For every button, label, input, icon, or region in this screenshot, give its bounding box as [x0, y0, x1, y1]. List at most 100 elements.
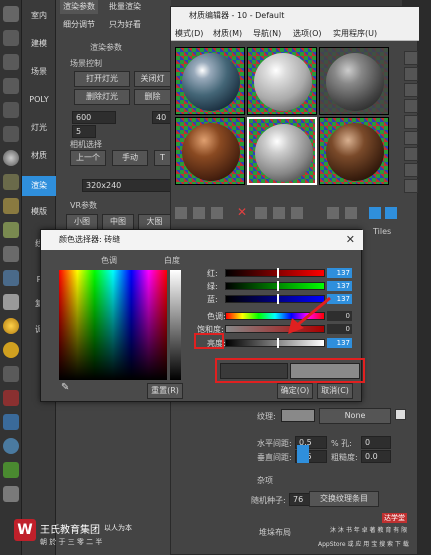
get-material-icon[interactable] — [175, 207, 187, 219]
whiteness-strip[interactable] — [170, 270, 181, 380]
nav-item-interior[interactable]: 室内 — [22, 6, 56, 26]
cancel-button[interactable]: 取消(C) — [317, 383, 353, 399]
arrow-icon[interactable] — [3, 390, 19, 406]
green-slider[interactable] — [225, 282, 325, 290]
brightness-slider[interactable] — [225, 339, 325, 347]
hue-spectrum[interactable] — [59, 270, 167, 380]
red-value[interactable]: 137 — [327, 268, 352, 278]
ok-button[interactable]: 确定(O) — [277, 383, 313, 399]
put-library-icon[interactable] — [291, 207, 303, 219]
menu-utilities[interactable]: 实用程序(U) — [333, 28, 377, 39]
options-icon[interactable] — [404, 147, 418, 161]
figure-icon[interactable] — [3, 486, 19, 502]
reset-button[interactable]: 重置(R) — [147, 383, 183, 399]
delete-icon[interactable]: ✕ — [237, 205, 251, 219]
make-unique-icon[interactable] — [273, 207, 285, 219]
texture-map-button[interactable]: None — [319, 408, 391, 424]
uv-tiling-icon[interactable] — [404, 99, 418, 113]
blue-marker[interactable] — [277, 294, 279, 304]
rough-field[interactable]: 0.0 — [361, 450, 391, 463]
material-slot[interactable] — [175, 47, 245, 115]
cursor-icon[interactable] — [3, 6, 19, 22]
large-image-button[interactable]: 大图 — [138, 214, 171, 230]
small-image-button[interactable]: 小图 — [66, 214, 98, 230]
red-marker[interactable] — [277, 268, 279, 278]
tab-render-params[interactable]: 渲染参数 — [60, 0, 98, 14]
material-slot[interactable] — [319, 47, 389, 115]
sphere-icon[interactable] — [3, 150, 19, 166]
prev-camera-button[interactable]: 上一个 — [70, 150, 106, 166]
cone-icon[interactable] — [3, 246, 19, 262]
menu-navigation[interactable]: 导航(N) — [253, 28, 281, 39]
brightness-value[interactable]: 137 — [327, 338, 352, 348]
camera-icon[interactable] — [3, 126, 19, 142]
menu-options[interactable]: 选项(O) — [293, 28, 322, 39]
nav-item-render[interactable]: 渲染 — [22, 176, 56, 196]
select-icon[interactable] — [3, 30, 19, 46]
box-icon[interactable] — [3, 198, 19, 214]
delete-light-button[interactable]: 删除灯光 — [74, 89, 130, 105]
saturation-value[interactable]: 0 — [327, 324, 352, 334]
background-icon[interactable] — [404, 83, 418, 97]
teapot-icon[interactable] — [3, 174, 19, 190]
network-icon[interactable] — [3, 414, 19, 430]
menu-mode[interactable]: 模式(D) — [175, 28, 203, 39]
copy-material-icon[interactable] — [255, 207, 267, 219]
light-icon[interactable] — [3, 342, 19, 358]
grid-icon[interactable] — [3, 102, 19, 118]
hue-slider[interactable] — [225, 312, 325, 320]
menu-material[interactable]: 材质(M) — [213, 28, 242, 39]
show-end-result-icon[interactable] — [369, 207, 381, 219]
blue-slider[interactable] — [225, 295, 325, 303]
sun-icon[interactable] — [3, 318, 19, 334]
material-slot[interactable] — [247, 117, 317, 185]
swap-texture-button[interactable]: 交换纹理条目 — [309, 491, 379, 507]
nav-item-modeling[interactable]: 建模 — [22, 34, 56, 54]
torus-icon[interactable] — [3, 270, 19, 286]
reset-map-icon[interactable] — [211, 207, 223, 219]
select-by-material-icon[interactable] — [404, 163, 418, 177]
video-check-icon[interactable] — [404, 115, 418, 129]
spinner-field[interactable]: 5 — [72, 125, 96, 138]
nav-item-template[interactable]: 模版 — [22, 202, 56, 222]
material-slot[interactable] — [175, 117, 245, 185]
tab-only-pretty[interactable]: 只为好看 — [106, 18, 144, 32]
tab-subdiv[interactable]: 细分调节 — [60, 18, 98, 32]
blue-value[interactable]: 137 — [327, 294, 352, 304]
resolution-field[interactable]: 320x240 — [82, 179, 171, 192]
material-slot[interactable] — [247, 47, 317, 115]
make-preview-icon[interactable] — [404, 131, 418, 145]
manual-button[interactable]: 手动 — [112, 150, 148, 166]
backlight-icon[interactable] — [404, 67, 418, 81]
nav-item-material[interactable]: 材质 — [22, 146, 56, 166]
gear-icon[interactable] — [3, 438, 19, 454]
size-field-2[interactable]: 40 — [152, 111, 171, 124]
lock-toggle-icon[interactable] — [297, 445, 309, 463]
texture-checkbox[interactable] — [395, 409, 406, 420]
red-slider[interactable] — [225, 269, 325, 277]
nav-item-light[interactable]: 灯光 — [22, 118, 56, 138]
move-icon[interactable] — [3, 54, 19, 70]
go-parent-icon[interactable] — [385, 207, 397, 219]
saturation-slider[interactable] — [225, 325, 325, 333]
t-button[interactable]: T — [154, 150, 171, 166]
green-value[interactable]: 137 — [327, 281, 352, 291]
tab-batch-render[interactable]: 批量渲染 — [106, 0, 144, 14]
material-slot[interactable] — [319, 117, 389, 185]
size-field[interactable]: 600 — [72, 111, 116, 124]
sample-type-icon[interactable] — [404, 51, 418, 65]
rotate-icon[interactable] — [3, 78, 19, 94]
material-navigator-icon[interactable] — [404, 179, 418, 193]
eyedropper-icon[interactable]: ✎ — [61, 382, 73, 394]
particles-icon[interactable] — [3, 366, 19, 382]
green-marker[interactable] — [277, 281, 279, 291]
assign-material-icon[interactable] — [193, 207, 205, 219]
hole-field[interactable]: 0 — [361, 436, 391, 449]
plant-icon[interactable] — [3, 462, 19, 478]
material-id-icon[interactable] — [327, 207, 339, 219]
close-icon[interactable]: ✕ — [346, 233, 355, 247]
show-map-icon[interactable] — [345, 207, 357, 219]
delete-button[interactable]: 删除 — [134, 89, 171, 105]
nav-item-scene[interactable]: 场景 — [22, 62, 56, 82]
nav-item-poly[interactable]: POLY — [22, 90, 56, 110]
